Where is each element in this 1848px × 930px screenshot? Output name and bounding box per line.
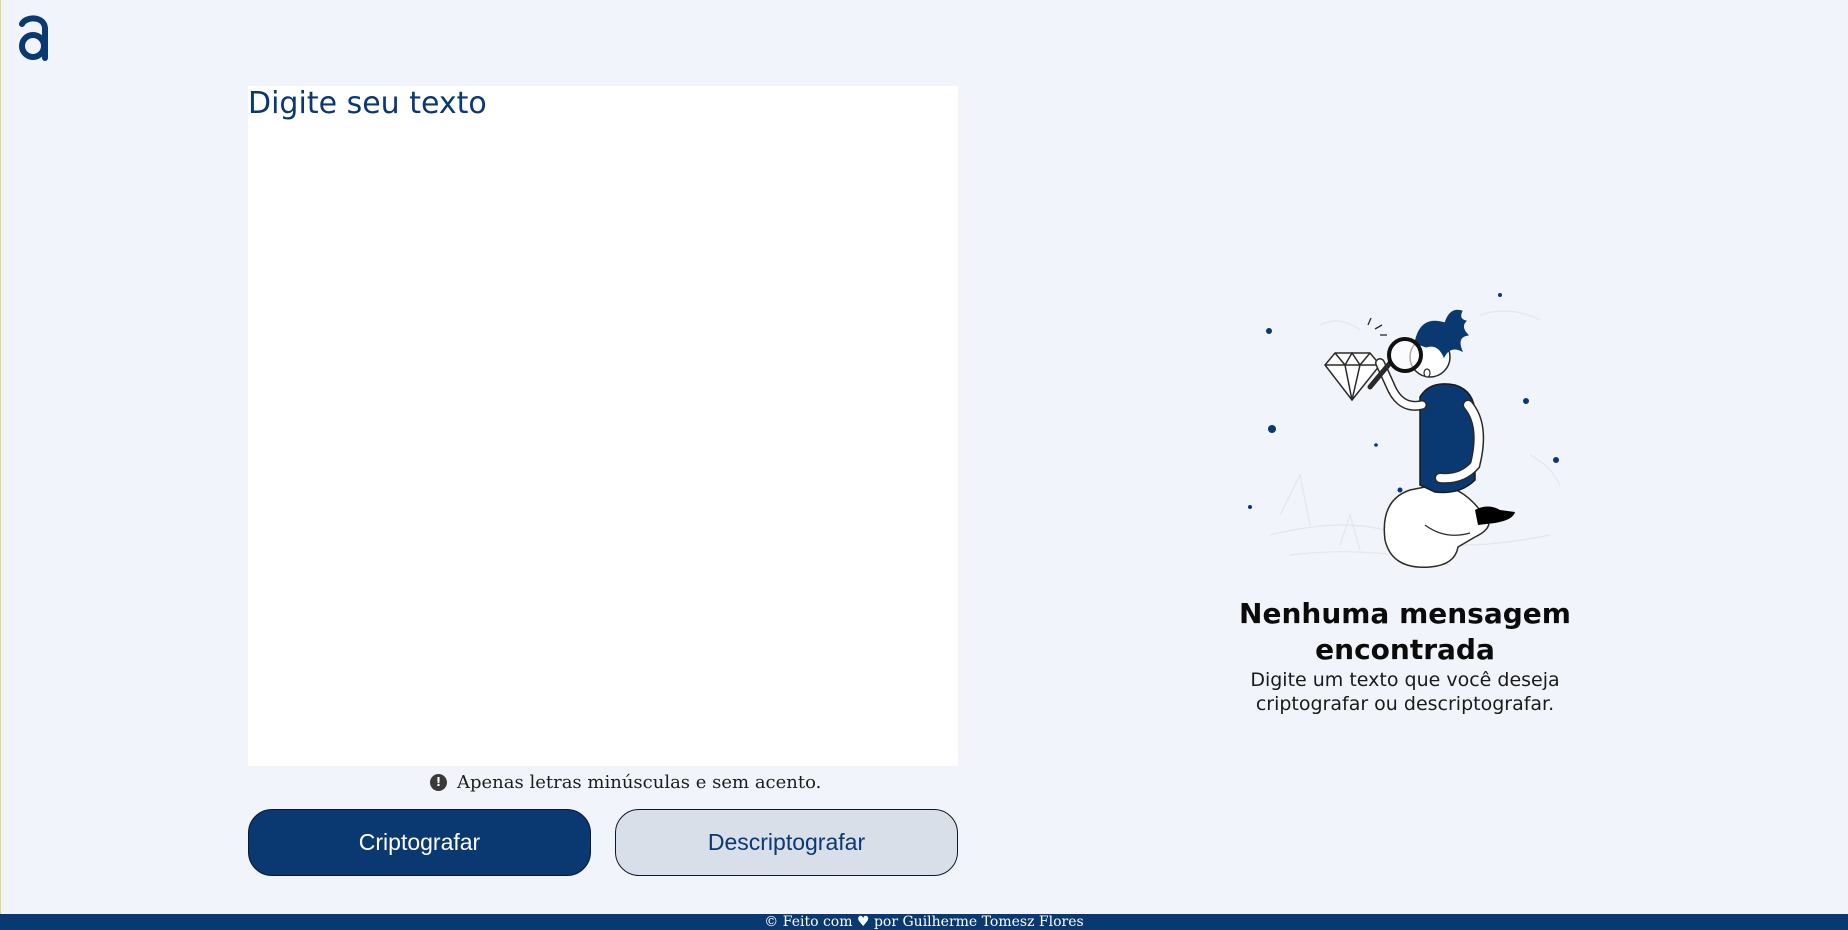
person-with-magnifier-illustration [1248,293,1561,568]
page-edge [0,0,1,914]
empty-state-title: Nenhuma mensagem encontrada [1239,597,1571,666]
alura-logo-icon[interactable] [16,14,50,62]
exclamation-circle-icon: ! [430,773,447,791]
input-hint: ! Apenas letras minúsculas e sem acento. [430,770,821,794]
page: ! Apenas letras minúsculas e sem acento.… [0,0,1848,930]
encrypt-button[interactable]: Criptografar [248,809,591,876]
empty-state-text: Digite um texto que você deseja criptogr… [1250,669,1560,715]
footer: © Feito com ♥ por Guilherme Tomesz Flore… [0,914,1848,930]
decrypt-button[interactable]: Descriptografar [615,809,958,876]
hint-text: Apenas letras minúsculas e sem acento. [457,771,822,793]
message-input[interactable] [248,86,958,766]
